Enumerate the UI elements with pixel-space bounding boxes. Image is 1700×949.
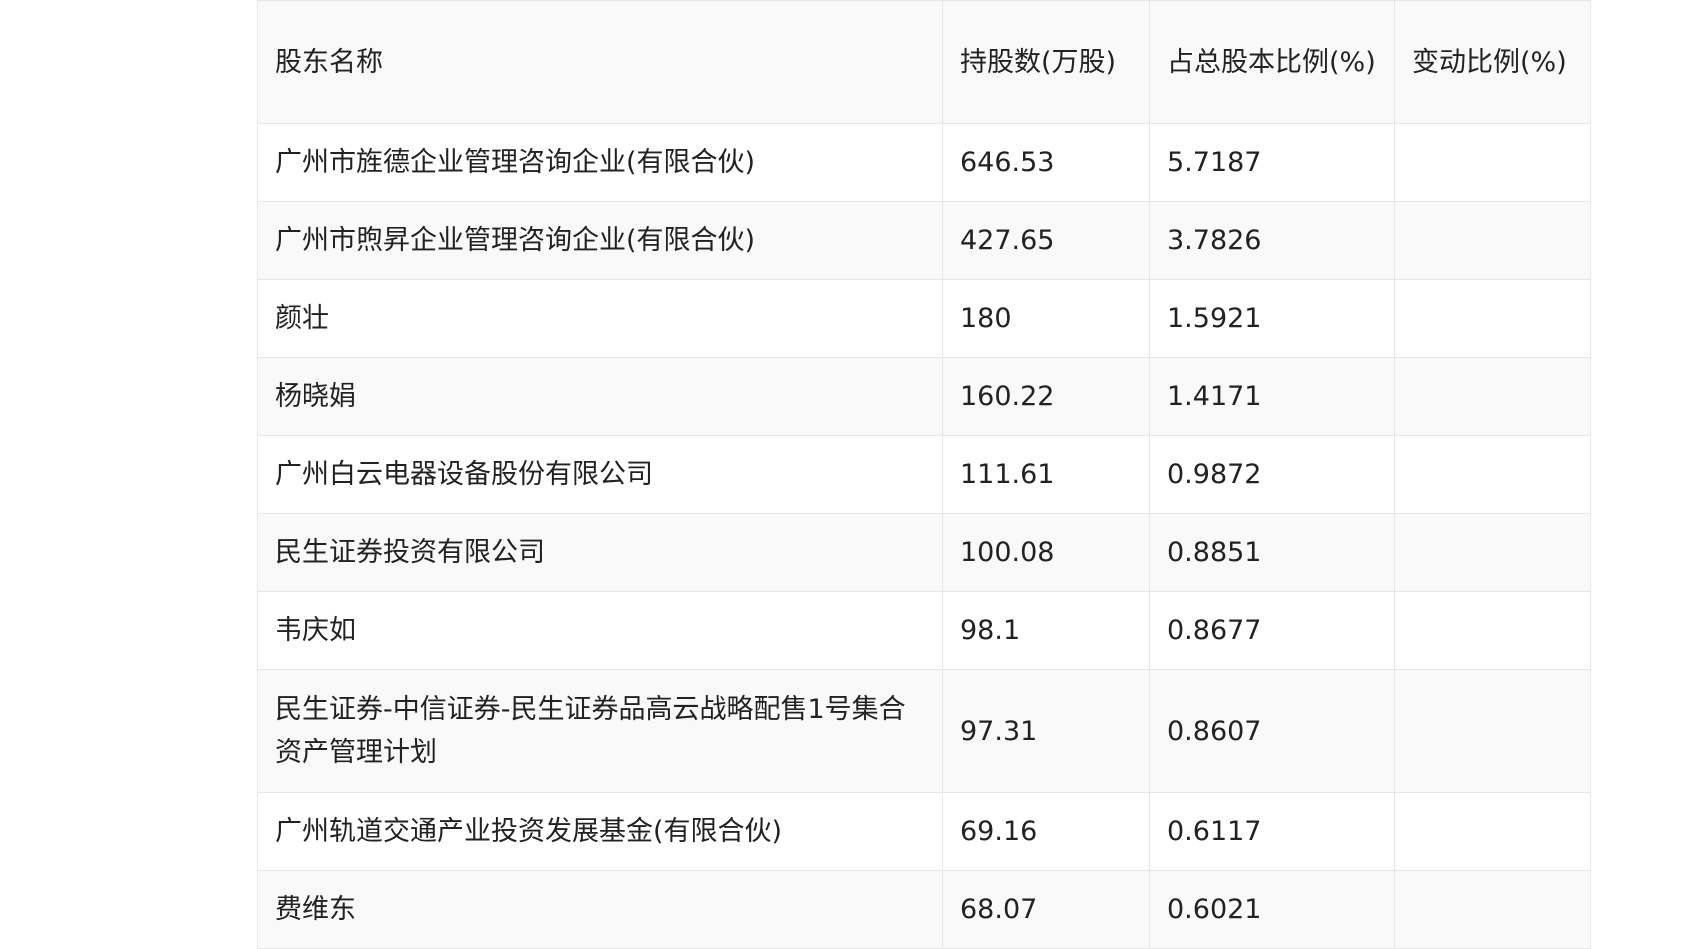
cell-shareholder-name: 广州白云电器设备股份有限公司 [257,435,943,514]
header-percent-of-total: 占总股本比例(%) [1149,0,1395,124]
cell-shares: 69.16 [942,792,1150,871]
cell-change [1394,201,1591,280]
table-row: 民生证券投资有限公司 100.08 0.8851 [257,513,1591,592]
cell-shareholder-name: 颜壮 [257,279,943,358]
table-row: 韦庆如 98.1 0.8677 [257,591,1591,670]
table-row: 杨晓娟 160.22 1.4171 [257,357,1591,436]
cell-shares: 427.65 [942,201,1150,280]
cell-shares: 160.22 [942,357,1150,436]
cell-shareholder-name: 民生证券-中信证券-民生证券品高云战略配售1号集合资产管理计划 [257,669,943,793]
cell-percent: 3.7826 [1149,201,1395,280]
cell-shares: 97.31 [942,669,1150,793]
cell-shares: 100.08 [942,513,1150,592]
cell-change [1394,279,1591,358]
table-row: 广州白云电器设备股份有限公司 111.61 0.9872 [257,435,1591,514]
cell-shareholder-name: 民生证券投资有限公司 [257,513,943,592]
cell-percent: 0.6117 [1149,792,1395,871]
table-header: 股东名称 持股数(万股) 占总股本比例(%) 变动比例(%) [257,0,1591,124]
cell-change [1394,435,1591,514]
cell-shares: 111.61 [942,435,1150,514]
cell-change [1394,870,1591,949]
cell-change [1394,669,1591,793]
cell-change [1394,513,1591,592]
cell-shareholder-name: 杨晓娟 [257,357,943,436]
cell-shareholder-name: 广州市旌德企业管理咨询企业(有限合伙) [257,123,943,202]
cell-shares: 646.53 [942,123,1150,202]
header-shareholder-name: 股东名称 [257,0,943,124]
cell-shareholder-name: 费维东 [257,870,943,949]
shareholder-table-container: 股东名称 持股数(万股) 占总股本比例(%) 变动比例(%) 广州市旌德企业管理… [257,0,1591,949]
table-row: 民生证券-中信证券-民生证券品高云战略配售1号集合资产管理计划 97.31 0.… [257,669,1591,793]
cell-change [1394,357,1591,436]
cell-percent: 0.6021 [1149,870,1395,949]
cell-shareholder-name: 韦庆如 [257,591,943,670]
cell-change [1394,792,1591,871]
cell-change [1394,591,1591,670]
cell-shareholder-name: 广州轨道交通产业投资发展基金(有限合伙) [257,792,943,871]
table-row: 广州市旌德企业管理咨询企业(有限合伙) 646.53 5.7187 [257,123,1591,202]
cell-percent: 5.7187 [1149,123,1395,202]
table-row: 费维东 68.07 0.6021 [257,870,1591,949]
table-row: 广州轨道交通产业投资发展基金(有限合伙) 69.16 0.6117 [257,792,1591,871]
cell-shareholder-name: 广州市煦昇企业管理咨询企业(有限合伙) [257,201,943,280]
cell-shares: 98.1 [942,591,1150,670]
cell-percent: 0.9872 [1149,435,1395,514]
shareholder-table: 股东名称 持股数(万股) 占总股本比例(%) 变动比例(%) 广州市旌德企业管理… [257,0,1591,949]
table-row: 颜壮 180 1.5921 [257,279,1591,358]
cell-percent: 1.5921 [1149,279,1395,358]
cell-percent: 1.4171 [1149,357,1395,436]
cell-percent: 0.8607 [1149,669,1395,793]
cell-shares: 180 [942,279,1150,358]
cell-percent: 0.8851 [1149,513,1395,592]
cell-percent: 0.8677 [1149,591,1395,670]
header-row: 股东名称 持股数(万股) 占总股本比例(%) 变动比例(%) [257,0,1591,124]
cell-change [1394,123,1591,202]
table-row: 广州市煦昇企业管理咨询企业(有限合伙) 427.65 3.7826 [257,201,1591,280]
table-body: 广州市旌德企业管理咨询企业(有限合伙) 646.53 5.7187 广州市煦昇企… [257,123,1591,949]
header-shares: 持股数(万股) [942,0,1150,124]
cell-shares: 68.07 [942,870,1150,949]
header-change-ratio: 变动比例(%) [1394,0,1591,124]
